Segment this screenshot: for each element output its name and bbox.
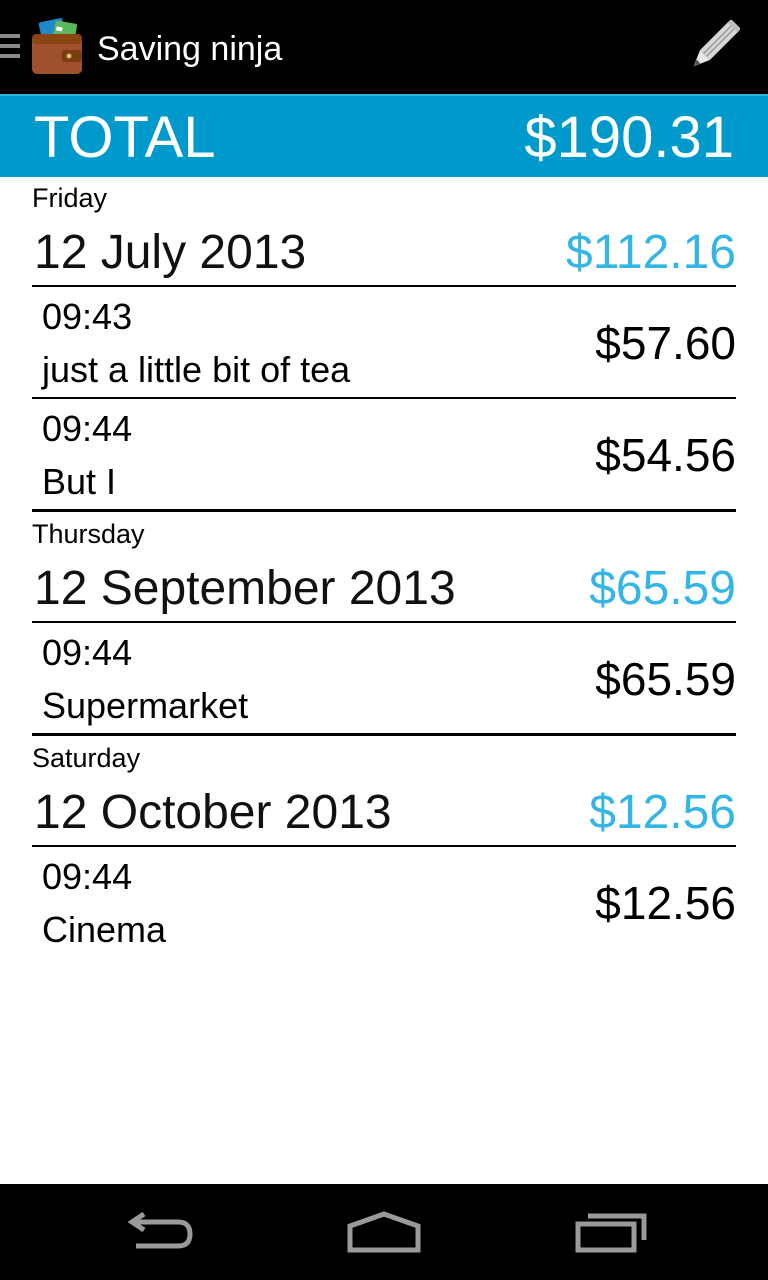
home-icon[interactable] (344, 1208, 424, 1254)
recents-icon[interactable] (572, 1208, 652, 1254)
day-divider (32, 509, 736, 512)
total-label: TOTAL (34, 105, 216, 170)
action-bar: Saving ninja (0, 0, 768, 94)
menu-icon[interactable] (0, 34, 20, 64)
total-value: $190.31 (524, 105, 734, 170)
pencil-icon[interactable] (684, 20, 740, 76)
entry-time: 09:43 (42, 296, 133, 337)
back-icon[interactable] (120, 1208, 200, 1254)
divider (32, 397, 736, 399)
entry-time: 09:44 (42, 408, 133, 449)
day-total: $65.59 (589, 562, 736, 615)
entry-time: 09:44 (42, 856, 133, 897)
day-weekday: Friday (32, 183, 108, 213)
entry-description: Cinema (42, 909, 167, 950)
wallet-icon[interactable] (30, 18, 84, 76)
day-weekday: Thursday (32, 519, 145, 549)
entry-time: 09:44 (42, 632, 133, 673)
entry-amount: $54.56 (595, 429, 736, 481)
day-date: 12 October 2013 (34, 786, 392, 839)
day-total: $12.56 (589, 786, 736, 839)
entry-amount: $65.59 (595, 653, 736, 705)
entry-description: just a little bit of tea (42, 349, 351, 390)
navigation-bar (0, 1184, 768, 1280)
day-date: 12 September 2013 (34, 562, 456, 615)
entry-description: But I (42, 461, 117, 502)
day-date: 12 July 2013 (34, 226, 307, 279)
divider (32, 845, 736, 847)
day-total: $112.16 (566, 226, 736, 279)
entry-amount: $57.60 (595, 317, 736, 369)
entry-description: Supermarket (42, 685, 249, 726)
total-bar: TOTAL $190.31 (0, 94, 768, 177)
app-title: Saving ninja (97, 30, 283, 68)
entry-amount: $12.56 (595, 877, 736, 929)
day-weekday: Saturday (32, 743, 141, 773)
divider (32, 285, 736, 287)
day-divider (32, 733, 736, 736)
divider (32, 621, 736, 623)
